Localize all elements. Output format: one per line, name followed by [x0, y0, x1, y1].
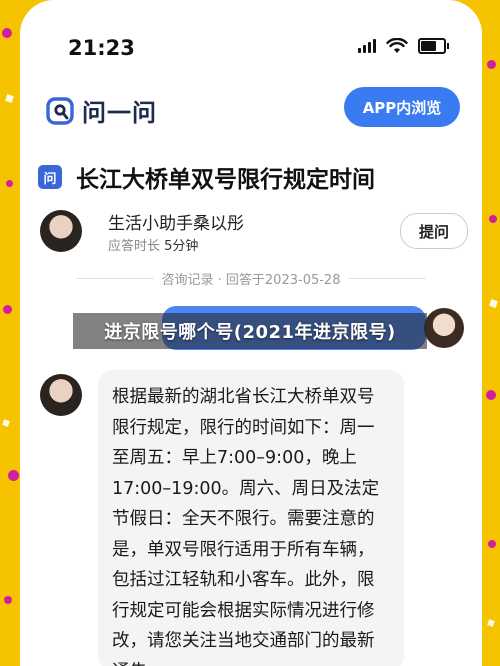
question-title: 问 长江大桥单双号限行规定时间: [38, 160, 375, 194]
response-duration: 应答时长 5分钟: [108, 235, 198, 254]
answerer-name[interactable]: 生活小助手桑以彤: [108, 209, 244, 234]
question-badge: 问: [38, 165, 62, 189]
open-in-app-button[interactable]: APP内浏览: [344, 87, 460, 127]
answer-bubble: 根据最新的湖北省长江大桥单双号限行规定，限行的时间如下：周一至周五：早上7:00…: [98, 370, 404, 666]
ask-question-button[interactable]: 提问: [400, 213, 468, 249]
battery-icon: [418, 38, 449, 54]
logo-icon: [46, 96, 74, 125]
response-duration-value: 5分钟: [164, 239, 199, 254]
divider-left: [75, 277, 154, 279]
consultation-meta-text: 咨询记录 · 回答于2023-05-28: [161, 272, 341, 288]
logo-text: 问一问: [82, 99, 157, 127]
answerer-card: 生活小助手桑以彤 应答时长 5分钟 提问: [38, 208, 468, 258]
status-time: 21:23: [68, 36, 135, 60]
app-header: 问一问 APP内浏览: [20, 84, 482, 134]
status-bar: 21:23: [20, 0, 482, 90]
signal-icon: [358, 39, 376, 53]
response-duration-label: 应答时长: [108, 239, 161, 254]
status-icons: [358, 38, 449, 54]
consultation-meta: 咨询记录 · 回答于2023-05-28: [20, 268, 482, 288]
logo[interactable]: 问一问: [46, 93, 157, 128]
user-avatar: [424, 308, 464, 348]
divider-right: [348, 277, 427, 279]
answerer-avatar[interactable]: [40, 210, 82, 252]
question-text: 长江大桥单双号限行规定时间: [76, 167, 375, 193]
answer-avatar: [40, 374, 82, 416]
title-banner: 进京限号哪个号(2021年进京限号): [73, 313, 427, 349]
wifi-icon: [386, 38, 408, 53]
